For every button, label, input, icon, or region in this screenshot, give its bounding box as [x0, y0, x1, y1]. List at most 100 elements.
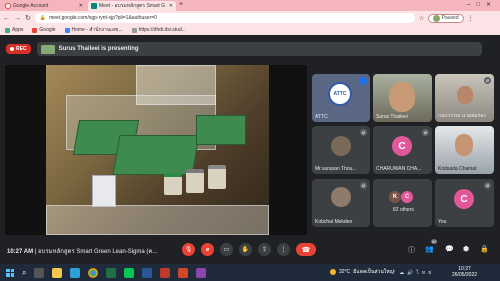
browser-tab-bar: Google Account ✕ Meet - อบรมหลักสูตร Sma… — [0, 0, 500, 11]
close-tab-icon[interactable]: ✕ — [79, 3, 83, 9]
info-icon[interactable]: ⓘ — [408, 245, 415, 255]
participant-tile[interactable]: Kridsada Chaniat — [435, 126, 494, 174]
recording-badge[interactable]: REC — [6, 44, 31, 54]
app-icon[interactable] — [196, 267, 207, 278]
meet-icon — [91, 3, 97, 9]
participant-tile[interactable]: Surus Thaileei — [373, 74, 432, 122]
present-button[interactable]: ⇪ — [258, 243, 271, 256]
line-icon[interactable] — [124, 267, 135, 278]
captions-icon: ▭ — [223, 247, 230, 253]
circuit-board — [196, 115, 246, 145]
profile-button[interactable]: Paused — [428, 13, 464, 23]
host-controls-icon[interactable]: 🔒 — [480, 245, 489, 253]
more-icon: ⋮ — [280, 247, 287, 253]
system-tray[interactable]: ⌃☁🔊ไทย — [392, 269, 434, 277]
lock-icon: 🔒 — [39, 15, 47, 21]
display-case — [136, 65, 216, 105]
meet-control-bar: 10:27 AM | อบรมหลักสูตร Smart Green Lean… — [0, 236, 500, 264]
chat-icon[interactable]: 💬 — [445, 245, 454, 253]
presenter-thumbnail — [40, 44, 55, 54]
participant-tile[interactable]: C ⌀ CHARUWAN CHA... — [373, 126, 432, 174]
mic-off-icon: ⌀ — [484, 77, 491, 84]
bookmark-google[interactable]: Google — [32, 27, 56, 33]
more-options-button[interactable]: ⋮ — [277, 243, 290, 256]
google-icon — [32, 27, 38, 33]
info-card — [92, 175, 116, 207]
participant-tile[interactable]: ⌀ Kobchai Mekdee — [312, 179, 370, 227]
video-feed — [457, 86, 473, 104]
url-text: meet.google.com/xgp-rynt-vjp?pli=1&authu… — [49, 15, 157, 21]
mic-off-icon: ⌀ — [360, 129, 367, 136]
presenter-banner[interactable]: Surus Thaileei is presenting — [36, 42, 482, 56]
chrome-icon[interactable] — [88, 267, 99, 278]
search-icon[interactable]: ⌕ — [22, 268, 26, 278]
participant-tile[interactable]: ATTC ATTC — [312, 74, 370, 122]
taskbar-clock[interactable]: 10:27 26/05/2022 — [452, 266, 477, 278]
mic-toggle-button[interactable]: 🎙 — [182, 243, 195, 256]
avatar: C — [392, 136, 412, 156]
base-platform — [46, 205, 269, 235]
participant-count-badge: 85 — [431, 239, 438, 244]
participant-name: CHARUWAN CHA... — [376, 166, 422, 172]
people-icon[interactable]: 👥 — [425, 245, 434, 253]
separator: | — [34, 249, 37, 255]
participant-grid: ATTC ATTC Surus Thaileei ⌀ กนกวรรณ นามสม… — [312, 74, 494, 234]
participant-name: Mr.surasan Thou... — [315, 166, 357, 172]
avatar: K — [389, 191, 401, 203]
self-tile[interactable]: C ⌀ You — [435, 179, 494, 227]
meet-top-strip: REC Surus Thaileei is presenting — [0, 35, 500, 63]
excel-icon[interactable] — [106, 267, 117, 278]
video-feed — [389, 82, 415, 112]
presentation-video — [46, 65, 269, 235]
speaking-icon — [359, 77, 367, 85]
star-icon[interactable]: ☆ — [419, 15, 424, 22]
meeting-title: อบรมหลักสูตร Smart Green Lean-Sigma (ค..… — [38, 249, 158, 255]
powerpoint-icon[interactable] — [178, 267, 189, 278]
captions-button[interactable]: ▭ — [220, 243, 233, 256]
back-icon[interactable]: ← — [3, 15, 10, 22]
bookmark-dhdi[interactable]: https://dhdi.dsi.stud... — [131, 27, 186, 33]
participant-tile[interactable]: ⌀ Mr.surasan Thou... — [312, 126, 370, 174]
activities-icon[interactable]: ⬢ — [463, 245, 469, 253]
url-input[interactable]: 🔒 meet.google.com/xgp-rynt-vjp?pli=1&aut… — [34, 13, 415, 23]
avatar — [331, 187, 351, 207]
task-view-icon[interactable] — [34, 267, 45, 278]
raise-hand-button[interactable]: ✋ — [239, 243, 252, 256]
avatar — [433, 14, 441, 22]
sun-icon — [330, 269, 336, 275]
camera-off-icon: ⌀ — [205, 247, 210, 253]
participant-name: กนกวรรณ นามสมร่อง — [438, 113, 486, 119]
bookmark-apps[interactable]: Apps — [5, 27, 23, 33]
bookmark-home[interactable]: Home - สำนักงานเลข... — [64, 26, 123, 34]
tab-meet[interactable]: Meet - อบรมหลักสูตร Smart G ✕ — [88, 1, 176, 11]
presentation-stage — [5, 65, 307, 235]
edge-icon[interactable] — [70, 267, 81, 278]
new-tab-button[interactable]: + — [179, 1, 183, 8]
video-feed — [455, 134, 473, 156]
meeting-time: 10:27 AM — [7, 249, 34, 255]
forward-icon[interactable]: → — [14, 15, 21, 22]
solder-jar — [208, 165, 226, 189]
mic-off-icon: ⌀ — [422, 129, 429, 136]
reload-icon[interactable]: ↻ — [25, 14, 31, 22]
window-controls[interactable]: –□✕ — [467, 1, 497, 8]
folder-icon[interactable] — [52, 267, 63, 278]
menu-icon[interactable]: ⋮ — [468, 15, 474, 22]
tab-google-account[interactable]: Google Account ✕ — [2, 1, 86, 11]
others-tile[interactable]: K C 82 others — [373, 179, 432, 227]
present-icon: ⇪ — [261, 247, 268, 253]
weather-widget[interactable]: 32°C มีแดดเป็นส่วนใหญ่ — [330, 268, 394, 276]
participant-tile[interactable]: ⌀ กนกวรรณ นามสมร่อง — [435, 74, 494, 122]
apps-icon — [5, 27, 10, 33]
end-call-button[interactable]: ☎ — [296, 243, 316, 256]
tab-title: Google Account — [13, 3, 49, 9]
app-icon[interactable] — [160, 267, 171, 278]
weather-desc: มีแดดเป็นส่วนใหญ่ — [353, 269, 394, 275]
word-icon[interactable] — [142, 267, 153, 278]
camera-toggle-button[interactable]: ⌀ — [201, 243, 214, 256]
participant-name: Kridsada Chaniat — [438, 166, 477, 172]
mic-off-icon: ⌀ — [484, 182, 491, 189]
windows-start-icon[interactable] — [6, 268, 14, 277]
close-tab-icon[interactable]: ✕ — [169, 3, 173, 9]
record-icon — [10, 47, 14, 51]
